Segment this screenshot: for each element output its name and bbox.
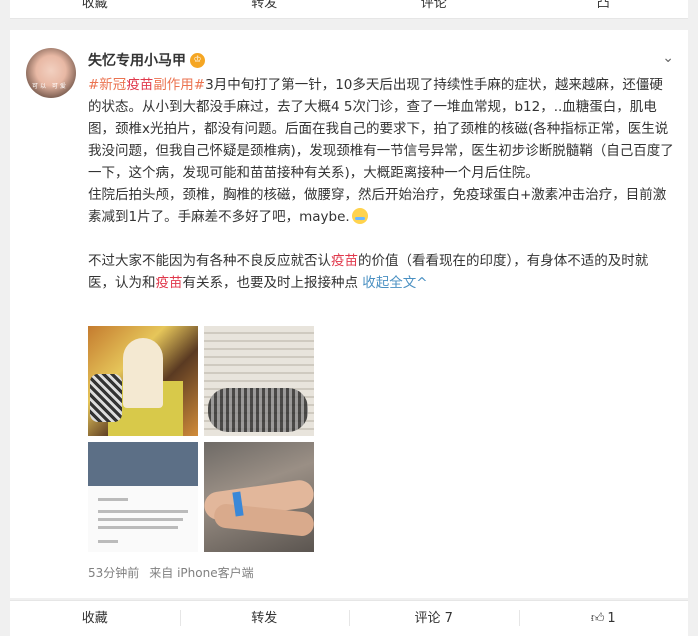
- repost-button[interactable]: 转发: [179, 601, 350, 636]
- post-paragraph-3: 不过大家不能因为有各种不良反应就否认疫苗的价值（看看现在的印度），有身体不适的及…: [88, 250, 674, 294]
- post-source[interactable]: 来自 iPhone客户端: [149, 566, 253, 580]
- photo-thumbnail-arm[interactable]: [204, 442, 314, 552]
- cold-sweat-emoji-icon: [351, 208, 368, 224]
- post-text: #新冠疫苗副作用#3月中旬打了第一针，10多天后出现了持续性手麻的症状，越来越麻…: [88, 74, 674, 294]
- hashtag-link[interactable]: #新冠疫苗副作用#: [88, 77, 205, 93]
- like-count: 1: [607, 611, 616, 626]
- paragraph-2-text: 住院后拍头颅，颈椎，胸椎的核磁，做腰穿，然后开始治疗，免疫球蛋白+激素冲击治疗，…: [88, 187, 667, 225]
- photo-grid: [88, 326, 314, 552]
- weibo-post-card: 可以 可爱 失忆专用小马甲 ♔ ⌄ #新冠疫苗副作用#3月中旬打了第一针，10多天…: [10, 30, 688, 598]
- avatar[interactable]: 可以 可爱: [26, 48, 76, 98]
- post-action-bar: 收藏 转发 评论 7 👍︎ 1: [10, 600, 688, 636]
- paragraph-3-part1: 不过大家不能因为有各种不良反应就否认: [88, 253, 331, 269]
- thumbs-up-icon: 👍︎: [590, 611, 605, 626]
- photo-thumbnail-mri[interactable]: [204, 326, 314, 436]
- username-text[interactable]: 失忆专用小马甲: [88, 53, 186, 69]
- paragraph-3-part3: 有关系，也要及时上报接种点: [182, 275, 363, 291]
- hashtag-suffix: 副作用#: [153, 77, 206, 93]
- favorite-button-top[interactable]: 收藏: [10, 0, 180, 18]
- comment-button[interactable]: 评论 7: [349, 601, 519, 636]
- photo-thumbnail-report[interactable]: [88, 442, 198, 552]
- post-author[interactable]: 失忆专用小马甲 ♔: [88, 50, 205, 70]
- photo-thumbnail-meme[interactable]: [88, 326, 198, 436]
- repost-button-top[interactable]: 转发: [180, 0, 350, 18]
- chevron-down-icon[interactable]: ⌄: [662, 50, 674, 66]
- favorite-button[interactable]: 收藏: [10, 601, 180, 636]
- like-button-top[interactable]: 凸: [519, 0, 689, 18]
- collapse-text-link[interactable]: 收起全文^: [362, 275, 427, 291]
- like-button[interactable]: 👍︎ 1: [518, 601, 689, 636]
- avatar-caption: 可以 可爱: [32, 83, 68, 90]
- post-time[interactable]: 53分钟前: [88, 566, 139, 580]
- post-paragraph-1: #新冠疫苗副作用#3月中旬打了第一针，10多天后出现了持续性手麻的症状，越来越麻…: [88, 74, 674, 184]
- keyword-vaccine-2: 疫苗: [155, 275, 183, 291]
- hashtag-prefix: #新冠: [88, 77, 127, 93]
- crown-badge-icon[interactable]: ♔: [190, 52, 205, 68]
- hashtag-keyword: 疫苗: [126, 77, 154, 93]
- previous-post-action-bar: 收藏 转发 评论 凸: [10, 0, 688, 19]
- post-meta: 53分钟前 来自 iPhone客户端: [88, 564, 264, 581]
- post-paragraph-2: 住院后拍头颅，颈椎，胸椎的核磁，做腰穿，然后开始治疗，免疫球蛋白+激素冲击治疗，…: [88, 184, 674, 228]
- keyword-vaccine-1: 疫苗: [331, 253, 358, 269]
- comment-button-top[interactable]: 评论: [349, 0, 519, 18]
